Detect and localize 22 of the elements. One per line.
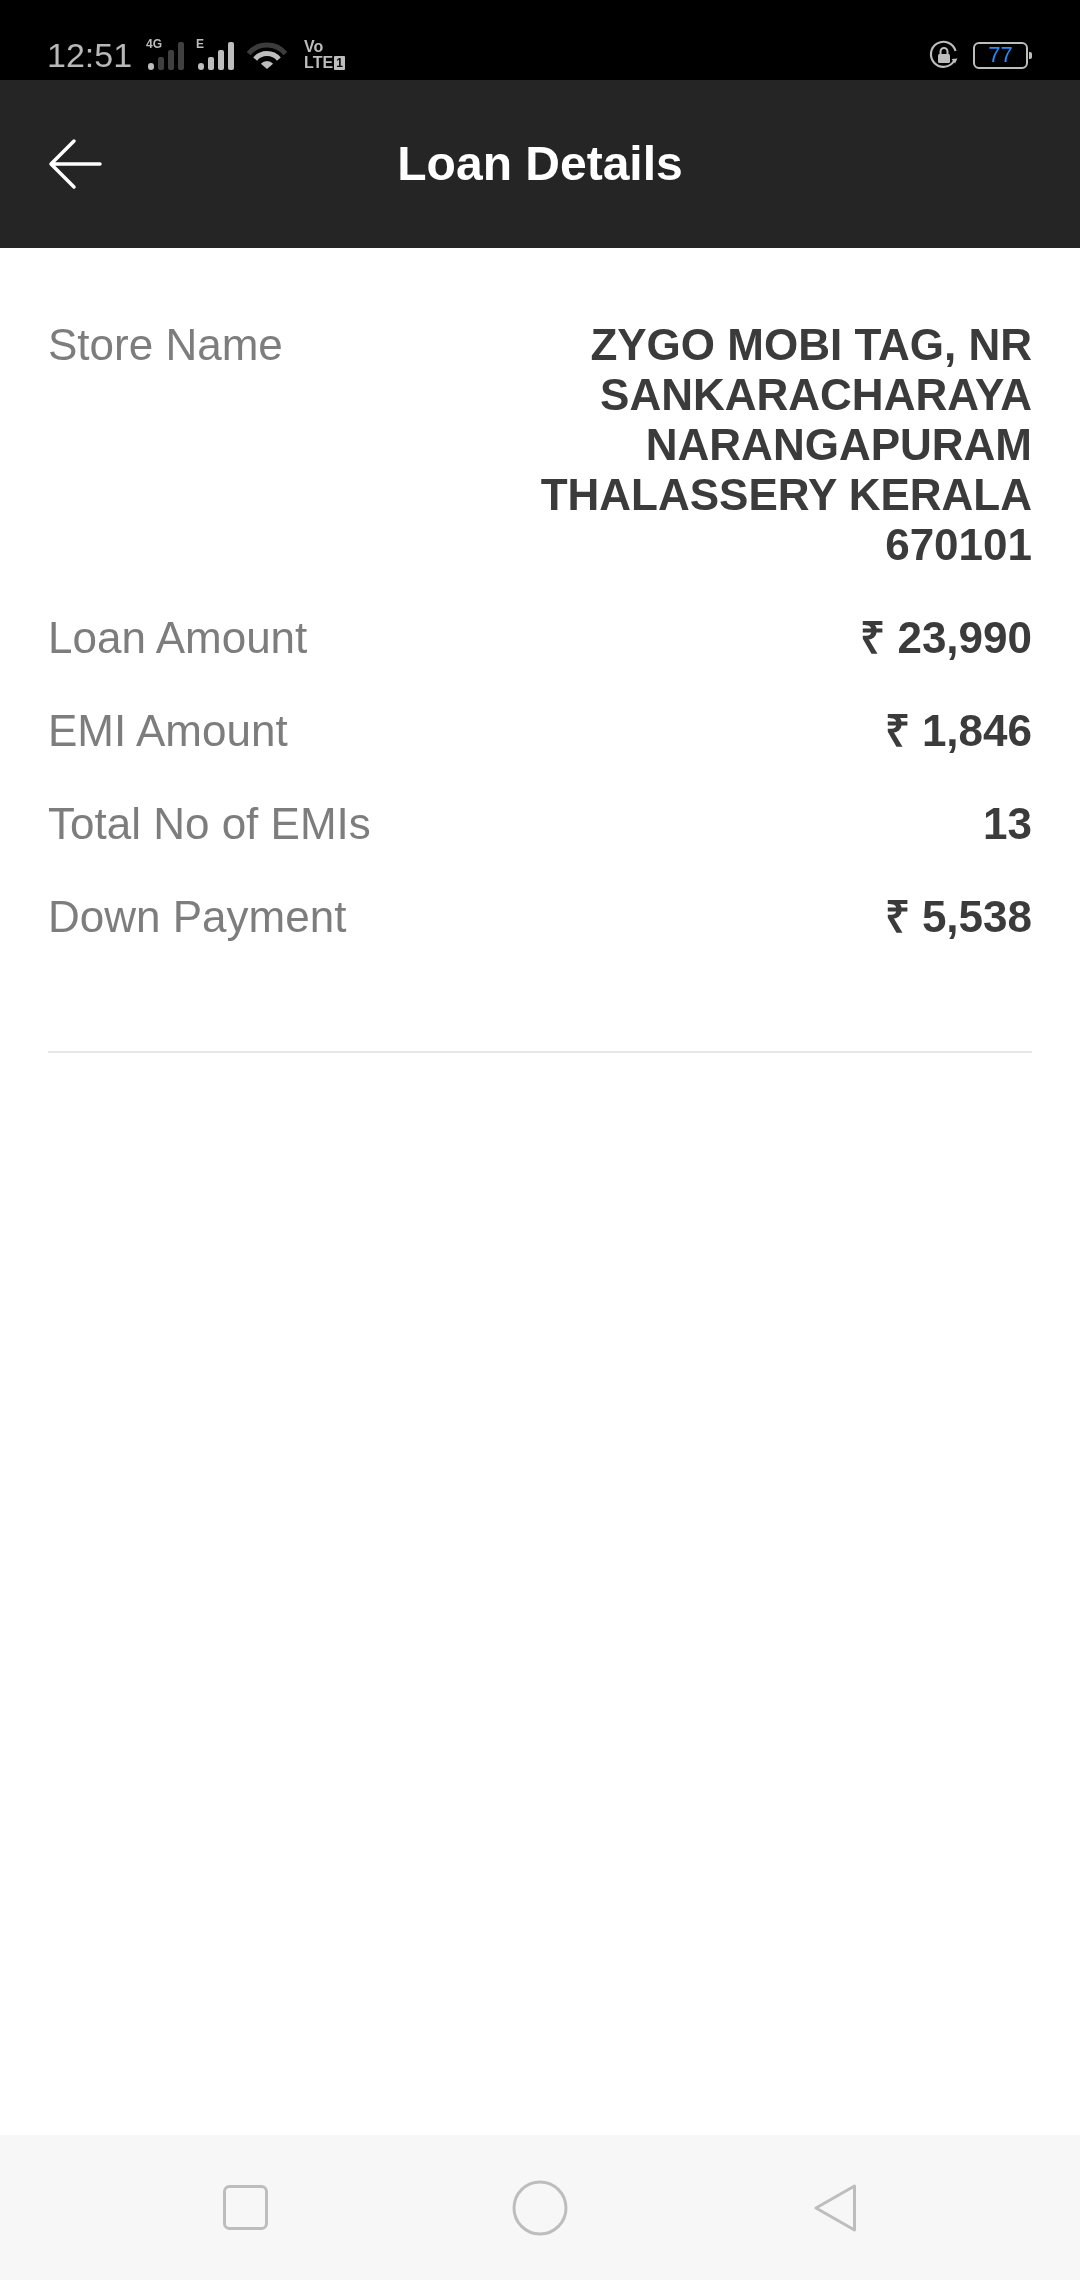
rotation-lock-icon	[928, 39, 960, 71]
square-icon[interactable]	[222, 2185, 268, 2230]
detail-label: Total No of EMIs	[48, 799, 371, 849]
detail-value: ₹ 23,990	[860, 613, 1032, 663]
back-button[interactable]	[48, 137, 102, 191]
wifi-icon	[246, 40, 289, 70]
detail-value: ₹ 5,538	[884, 892, 1032, 942]
detail-label: Loan Amount	[48, 613, 308, 663]
screen-title: Loan Details	[397, 136, 683, 193]
circle-icon[interactable]	[512, 2179, 568, 2236]
status-time: 12:51	[47, 38, 133, 72]
back-arrow-icon	[48, 137, 102, 191]
detail-label: Store Name	[48, 320, 283, 370]
detail-label: Down Payment	[48, 892, 347, 942]
network-type-label: 4G	[146, 38, 163, 50]
detail-value: 13	[983, 799, 1032, 849]
battery-indicator: 77	[973, 41, 1032, 69]
detail-value: ₹ 1,846	[884, 706, 1032, 756]
detail-value: ZYGO MOBI TAG, NR SANKARACHARAYA NARANGAPURAM THALASSERY KERALA 670101	[539, 320, 1032, 570]
volte-indicator: Vo LTE 1	[304, 39, 345, 71]
network-type-label: E	[196, 38, 205, 50]
detail-label: EMI Amount	[48, 706, 288, 756]
